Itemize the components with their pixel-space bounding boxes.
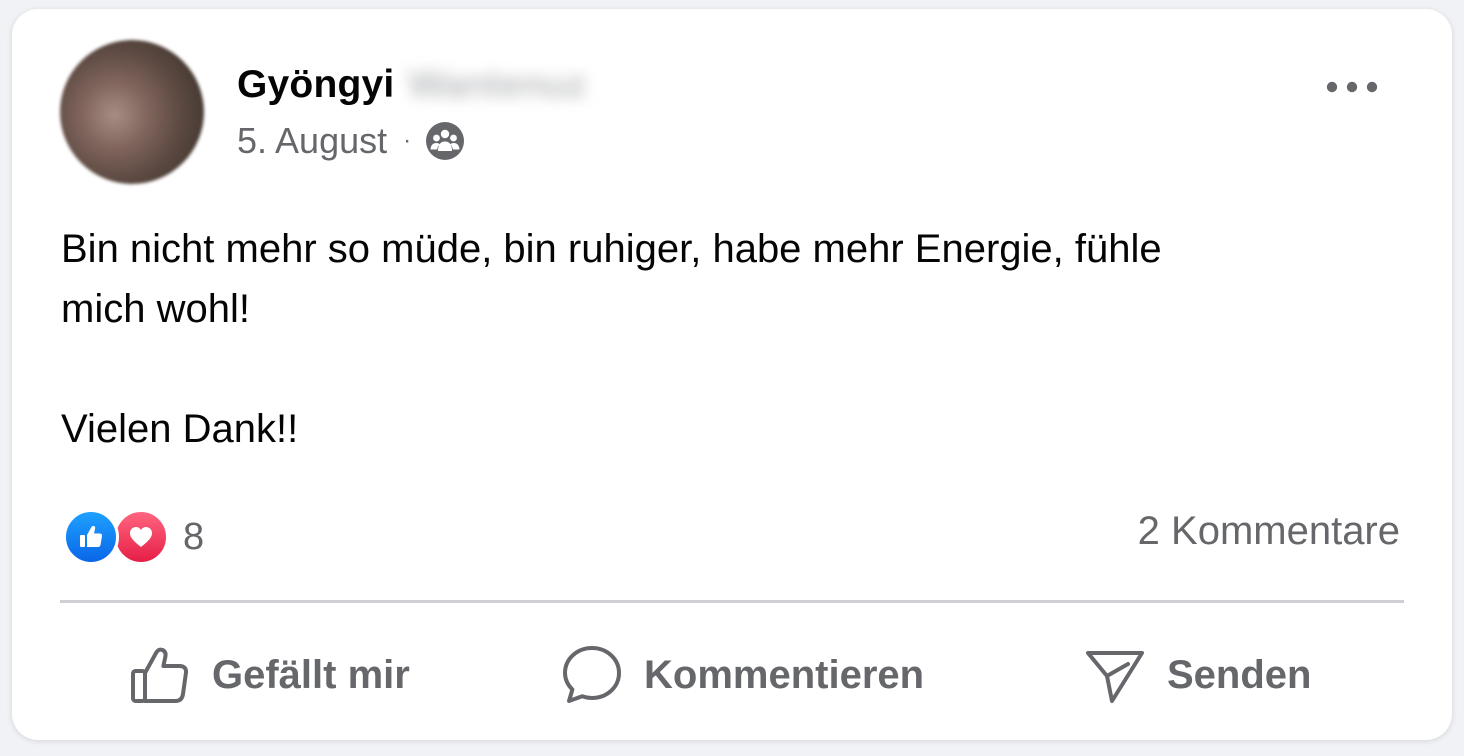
- avatar[interactable]: [60, 40, 204, 184]
- love-icon: [113, 509, 169, 565]
- post-date[interactable]: 5. August: [237, 120, 387, 162]
- reactions-summary[interactable]: 8: [63, 507, 204, 567]
- more-options-button[interactable]: [1320, 67, 1384, 107]
- like-button[interactable]: Gefällt mir: [130, 637, 410, 713]
- comment-icon: [563, 646, 621, 703]
- post-meta: 5. August ·: [237, 117, 465, 165]
- author-name[interactable]: Gyöngyi: [237, 63, 394, 107]
- like-button-label: Gefällt mir: [212, 652, 410, 697]
- friends-icon[interactable]: [425, 121, 465, 161]
- author-row: Gyöngyi Wantenuz: [237, 61, 586, 109]
- send-button[interactable]: Senden: [1083, 637, 1311, 713]
- post-text-line: mich wohl!: [61, 287, 250, 331]
- post-card: Gyöngyi Wantenuz 5. August · Bin nicht m…: [12, 9, 1452, 740]
- comment-button-label: Kommentieren: [644, 652, 925, 697]
- post-text-line: Bin nicht mehr so müde, bin ruhiger, hab…: [61, 227, 1162, 271]
- like-icon: [63, 509, 119, 565]
- comment-button[interactable]: Kommentieren: [560, 637, 924, 713]
- reaction-count: 8: [183, 515, 205, 558]
- divider: [60, 600, 1404, 603]
- thumbs-up-icon: [131, 647, 189, 703]
- author-surname-blurred: Wantenuz: [408, 63, 587, 106]
- more-options-icon: [1326, 81, 1378, 93]
- post-text-line: Vielen Dank!!: [61, 407, 299, 451]
- comments-count-link[interactable]: 2 Kommentare: [1138, 509, 1400, 554]
- post-text: Bin nicht mehr so müde, bin ruhiger, hab…: [61, 219, 1391, 459]
- send-button-label: Senden: [1167, 652, 1312, 697]
- send-icon: [1086, 651, 1144, 703]
- meta-separator: ·: [403, 127, 412, 154]
